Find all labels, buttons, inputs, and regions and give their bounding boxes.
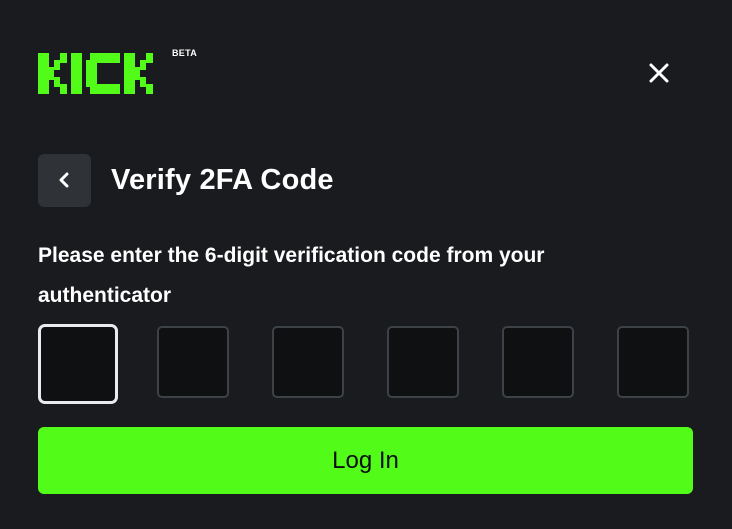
code-digit-5[interactable]: [502, 326, 574, 398]
code-digit-3[interactable]: [272, 326, 344, 398]
close-button[interactable]: [642, 56, 676, 90]
code-digit-1[interactable]: [38, 324, 118, 404]
code-digit-6[interactable]: [617, 326, 689, 398]
login-button[interactable]: Log In: [38, 427, 693, 494]
instructions-text: Please enter the 6-digit verification co…: [38, 244, 545, 307]
code-digit-2[interactable]: [157, 326, 229, 398]
beta-badge: BETA: [172, 48, 198, 58]
page-title: Verify 2FA Code: [111, 163, 334, 196]
close-icon: [649, 63, 669, 83]
code-input-group: [38, 324, 693, 404]
kick-logo: BETA: [38, 48, 208, 96]
code-digit-4[interactable]: [387, 326, 459, 398]
back-button[interactable]: [38, 153, 91, 207]
chevron-left-icon: [59, 172, 68, 188]
modal-header: Verify 2FA Code: [38, 153, 334, 207]
